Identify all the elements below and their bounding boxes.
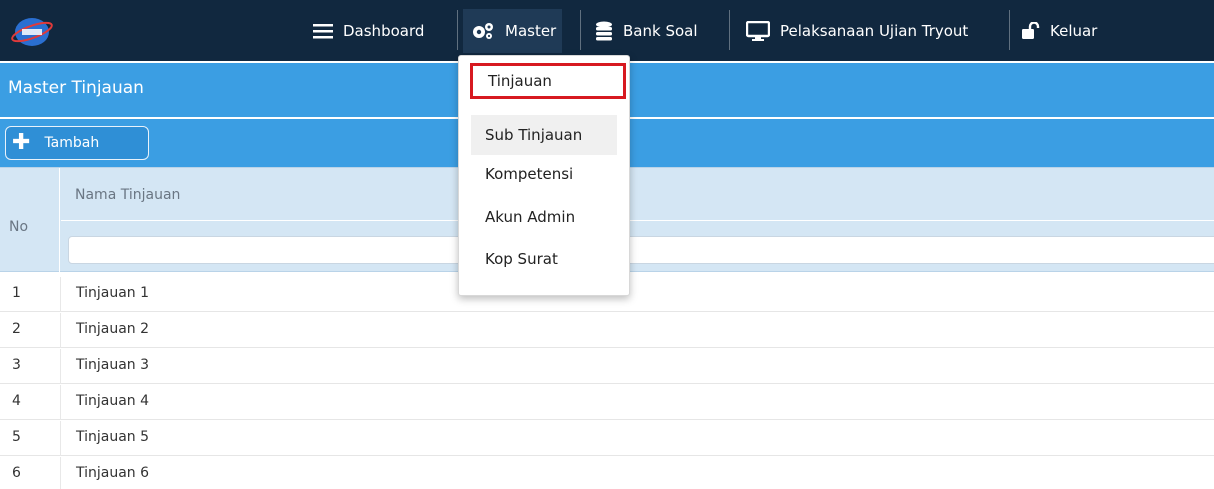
table-row[interactable]: 4 Tinjauan 4 <box>0 385 1214 420</box>
menu-item-label: Kop Surat <box>485 250 558 268</box>
table-row[interactable]: 3 Tinjauan 3 <box>0 349 1214 384</box>
nav-master[interactable]: Master <box>463 9 563 53</box>
gears-icon <box>471 21 495 41</box>
add-button[interactable]: ✚ Tambah <box>5 126 149 160</box>
row-number: 3 <box>12 357 21 373</box>
column-header-no: No <box>0 168 60 273</box>
database-icon <box>595 21 613 41</box>
add-button-label: Tambah <box>44 135 100 151</box>
menu-item-sub-tinjauan[interactable]: Sub Tinjauan <box>471 115 617 155</box>
nav-pelaksanaan[interactable]: Pelaksanaan Ujian Tryout <box>746 9 968 53</box>
table-row[interactable]: 5 Tinjauan 5 <box>0 421 1214 456</box>
nav-divider <box>580 10 581 50</box>
table-row[interactable]: 2 Tinjauan 2 <box>0 313 1214 348</box>
unlock-icon <box>1022 22 1040 40</box>
row-name: Tinjauan 3 <box>76 357 150 373</box>
column-header-no-label: No <box>9 219 29 235</box>
nav-dashboard[interactable]: Dashboard <box>313 9 424 53</box>
plus-icon: ✚ <box>12 130 31 155</box>
app-logo[interactable] <box>10 14 54 50</box>
row-number: 5 <box>12 429 21 445</box>
menu-item-label: Akun Admin <box>485 208 576 226</box>
nav-master-label: Master <box>505 22 557 40</box>
nav-divider <box>457 10 458 50</box>
name-filter-input[interactable] <box>68 236 1214 264</box>
column-divider <box>60 421 61 456</box>
menu-item-tinjauan[interactable]: Tinjauan <box>470 63 626 99</box>
top-navbar: Dashboard Master Bank Soal Pelaksanaan U… <box>0 0 1214 61</box>
column-divider <box>60 313 61 348</box>
menu-item-label: Sub Tinjauan <box>485 126 583 144</box>
nav-divider <box>729 10 730 50</box>
row-name: Tinjauan 5 <box>76 429 150 445</box>
nav-divider <box>1009 10 1010 50</box>
row-name: Tinjauan 6 <box>76 465 150 481</box>
menu-item-label: Kompetensi <box>485 165 574 183</box>
nav-pelaksanaan-label: Pelaksanaan Ujian Tryout <box>780 22 969 40</box>
master-dropdown-menu: Tinjauan Sub Tinjauan Kompetensi Akun Ad… <box>458 55 630 296</box>
row-number: 6 <box>12 465 21 481</box>
row-number: 1 <box>12 285 21 301</box>
row-number: 4 <box>12 393 21 409</box>
menu-item-kop-surat[interactable]: Kop Surat <box>471 239 617 279</box>
menu-item-kompetensi[interactable]: Kompetensi <box>471 154 617 194</box>
nav-dashboard-label: Dashboard <box>343 22 425 40</box>
page-title: Master Tinjauan <box>8 78 144 98</box>
menu-icon <box>313 23 333 39</box>
nav-keluar[interactable]: Keluar <box>1022 9 1097 53</box>
row-name: Tinjauan 1 <box>76 285 150 301</box>
column-divider <box>60 457 61 489</box>
menu-item-akun-admin[interactable]: Akun Admin <box>471 197 617 237</box>
table-row[interactable]: 6 Tinjauan 6 <box>0 457 1214 489</box>
nav-bank-soal-label: Bank Soal <box>623 22 698 40</box>
row-name: Tinjauan 4 <box>76 393 150 409</box>
header-divider <box>61 220 1214 221</box>
monitor-icon <box>746 21 770 41</box>
column-divider <box>60 277 61 312</box>
column-divider <box>60 349 61 384</box>
row-number: 2 <box>12 321 21 337</box>
nav-keluar-label: Keluar <box>1050 22 1098 40</box>
nav-bank-soal[interactable]: Bank Soal <box>595 9 698 53</box>
column-divider <box>60 385 61 420</box>
column-header-name[interactable]: Nama Tinjauan <box>75 187 180 203</box>
row-name: Tinjauan 2 <box>76 321 150 337</box>
menu-item-label: Tinjauan <box>488 72 552 90</box>
